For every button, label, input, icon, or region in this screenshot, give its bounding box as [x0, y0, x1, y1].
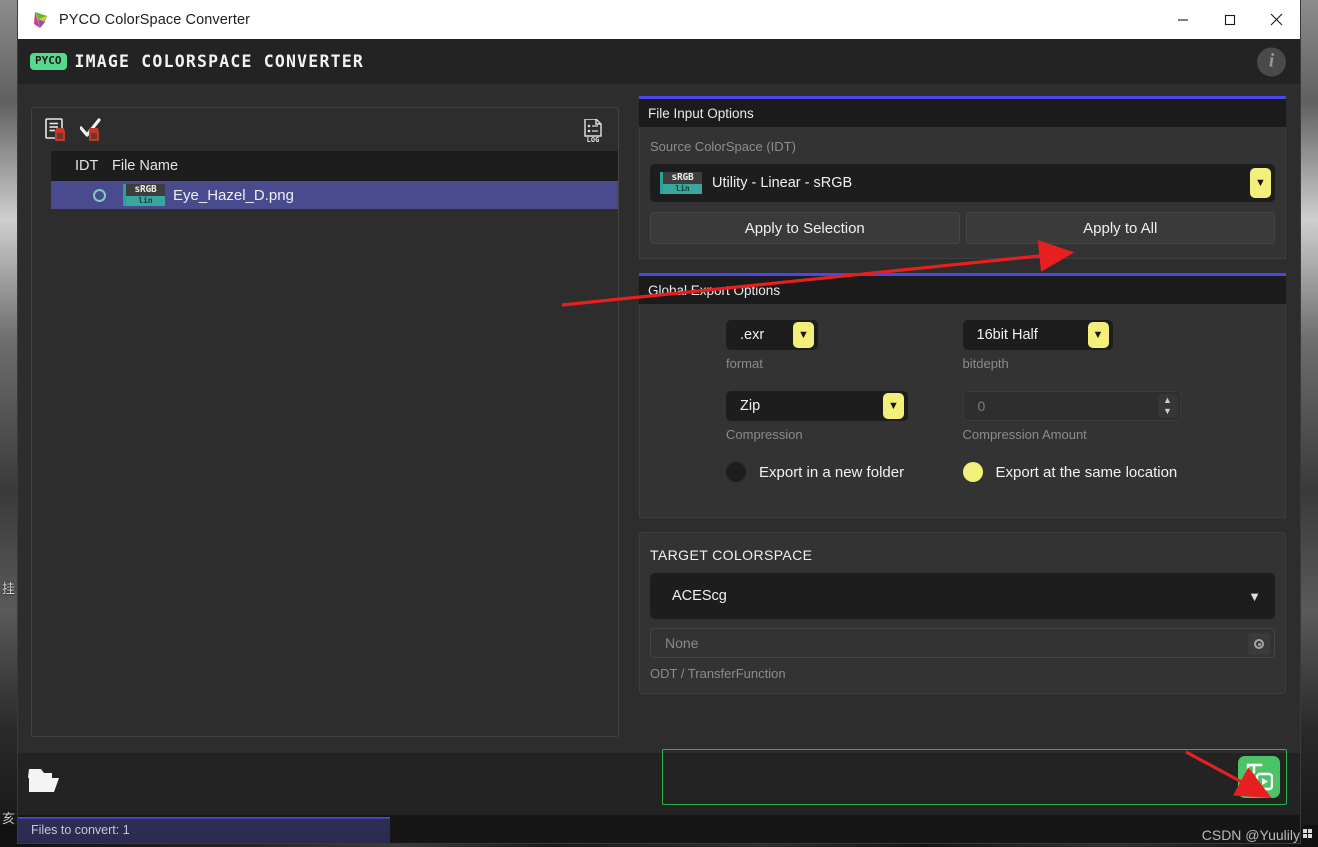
bitdepth-field: 16bit Half ▼ bitdepth	[962, 320, 1200, 371]
status-text: Files to convert: 1	[31, 823, 130, 837]
source-colorspace-select[interactable]: sRGB lin Utility - Linear - sRGB ▼	[650, 164, 1275, 202]
radio-export-same-location[interactable]: Export at the same location	[962, 462, 1200, 482]
stepper-buttons[interactable]: ▲ ▼	[1157, 394, 1178, 418]
file-input-options-panel: File Input Options Source ColorSpace (ID…	[639, 96, 1286, 259]
progress-bar: Files to convert: 1	[18, 817, 390, 843]
convert-highlight-zone	[662, 749, 1287, 805]
open-folder-icon[interactable]	[28, 765, 66, 802]
chevron-down-icon[interactable]: ▼	[793, 322, 814, 348]
close-icon[interactable]	[1253, 0, 1300, 39]
file-list-header: IDT File Name	[51, 151, 618, 181]
radio-dot-icon[interactable]	[962, 462, 983, 482]
app-title: IMAGE COLORSPACE CONVERTER	[74, 52, 364, 71]
svg-text:LOG: LOG	[587, 136, 600, 143]
idt-badge-top: sRGB	[663, 172, 702, 184]
global-export-options-body: .exr ▼ format 16bit Half ▼ bitdepth Zip …	[639, 304, 1286, 518]
row-select-radio[interactable]	[93, 188, 106, 202]
target-colorspace-title: TARGET COLORSPACE	[650, 547, 813, 563]
column-header-filename: File Name	[112, 158, 179, 174]
bitdepth-select[interactable]: 16bit Half ▼	[962, 320, 1113, 350]
window-controls	[1159, 0, 1300, 39]
source-colorspace-value: Utility - Linear - sRGB	[712, 175, 853, 191]
chevron-down-icon[interactable]: ▼	[883, 393, 904, 419]
apply-to-selection-button[interactable]: Apply to Selection	[650, 212, 960, 244]
bitdepth-value: 16bit Half	[976, 327, 1038, 343]
compression-field: Zip ▼ Compression	[726, 391, 963, 442]
app-header: PYCO IMAGE COLORSPACE CONVERTER i	[18, 39, 1300, 84]
compression-amount-field: 0 ▲ ▼ Compression Amount	[962, 391, 1200, 442]
table-row[interactable]: sRGB lin Eye_Hazel_D.png	[51, 181, 618, 209]
compression-amount-value: 0	[977, 398, 986, 414]
pyco-badge: PYCO	[30, 53, 67, 70]
idt-badge-bottom: lin	[663, 184, 702, 194]
info-icon[interactable]: i	[1257, 47, 1286, 76]
desktop-glyph: 亥	[2, 812, 16, 827]
radio-export-new-folder[interactable]: Export in a new folder	[726, 462, 963, 482]
clear-list-icon[interactable]	[45, 118, 71, 147]
convert-run-button[interactable]	[1238, 756, 1280, 798]
watermark-mark-icon	[1303, 829, 1312, 841]
radio-dot-icon[interactable]	[726, 462, 746, 482]
odt-value: None	[665, 635, 699, 651]
clear-checked-icon[interactable]	[79, 118, 106, 147]
panel-title: File Input Options	[639, 99, 1286, 127]
watermark-text: CSDN @Yuulily	[1201, 827, 1300, 843]
format-select[interactable]: .exr ▼	[726, 320, 818, 350]
chevron-down-icon[interactable]: ▼	[1087, 322, 1109, 348]
colorspace-badge-top: sRGB	[126, 184, 165, 196]
file-list-toolbar: LOG	[32, 108, 618, 151]
compression-caption: Compression	[726, 427, 803, 442]
format-value: .exr	[740, 327, 765, 343]
chevron-down-icon[interactable]: ▼	[1250, 168, 1271, 198]
panel-title: Global Export Options	[639, 276, 1286, 304]
file-input-options-body: Source ColorSpace (IDT) sRGB lin Utility…	[639, 127, 1286, 259]
compression-amount-caption: Compression Amount	[962, 427, 1087, 442]
idt-colorspace-badge-icon: sRGB lin	[660, 172, 702, 194]
pyco-logo-icon	[32, 11, 50, 29]
target-colorspace-select[interactable]: ACEScg ▼	[650, 573, 1275, 619]
apply-buttons-row: Apply to Selection Apply to All	[650, 212, 1275, 244]
format-field: .exr ▼ format	[726, 320, 963, 371]
stepper-down-icon[interactable]: ▼	[1163, 407, 1172, 416]
target-colorspace-value: ACEScg	[672, 588, 727, 604]
app-window: PYCO ColorSpace Converter PYCO IMAGE COL…	[18, 0, 1300, 843]
colorspace-badge-icon: sRGB lin	[123, 184, 165, 206]
odt-caption: ODT / TransferFunction	[650, 666, 786, 681]
status-bar: Files to convert: 1	[18, 815, 1300, 843]
options-column: File Input Options Source ColorSpace (ID…	[639, 96, 1286, 753]
odt-transferfunction-select[interactable]: None	[650, 628, 1275, 658]
bottom-bar	[18, 749, 1300, 815]
compression-select[interactable]: Zip ▼	[726, 391, 908, 421]
bitdepth-caption: bitdepth	[962, 356, 1009, 371]
format-caption: format	[726, 356, 763, 371]
log-icon[interactable]: LOG	[583, 118, 605, 148]
radio-label: Export at the same location	[995, 463, 1178, 481]
file-name-cell: Eye_Hazel_D.png	[173, 186, 294, 204]
compression-amount-stepper[interactable]: 0 ▲ ▼	[962, 391, 1181, 421]
desktop-glyph: 挂	[2, 582, 16, 597]
apply-to-all-button[interactable]: Apply to All	[965, 212, 1275, 244]
colorspace-badge-bottom: lin	[126, 196, 165, 206]
minimize-icon[interactable]	[1159, 0, 1206, 39]
stepper-up-icon[interactable]: ▲	[1163, 396, 1172, 405]
maximize-icon[interactable]	[1206, 0, 1253, 39]
column-header-idt: IDT	[75, 158, 99, 174]
chevron-down-icon[interactable]: ▼	[1248, 589, 1261, 604]
watermark: CSDN @Yuulily	[1202, 827, 1312, 843]
global-export-options-panel: Global Export Options .exr ▼ format 16bi…	[639, 273, 1286, 518]
radio-label: Export in a new folder	[759, 463, 905, 481]
odt-status-icon	[1248, 633, 1270, 655]
app-body: LOG IDT File Name sRGB lin Eye_Hazel_D.p…	[18, 84, 1300, 843]
window-title: PYCO ColorSpace Converter	[59, 11, 251, 28]
title-bar[interactable]: PYCO ColorSpace Converter	[18, 0, 1300, 39]
compression-value: Zip	[740, 398, 761, 414]
file-list-panel: LOG IDT File Name sRGB lin Eye_Hazel_D.p…	[31, 107, 619, 737]
source-colorspace-label: Source ColorSpace (IDT)	[650, 139, 796, 154]
target-colorspace-panel: TARGET COLORSPACE ACEScg ▼ None ODT / Tr…	[639, 532, 1286, 694]
